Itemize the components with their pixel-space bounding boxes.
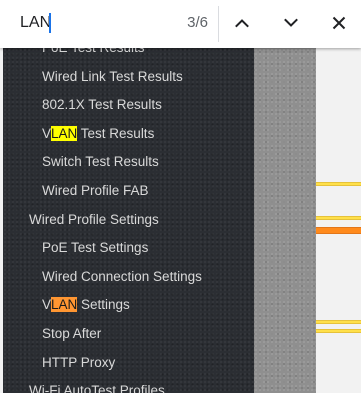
sidebar-item-label: Switch Test Results: [42, 154, 159, 170]
close-icon: [332, 16, 346, 30]
sidebar-item-label: V: [42, 125, 52, 141]
sidebar-item-label: HTTP Proxy: [42, 354, 116, 370]
sidebar-item-label: Wired Profile FAB: [42, 183, 149, 198]
sidebar-item[interactable]: Stop After: [3, 320, 254, 348]
close-find-button[interactable]: [323, 7, 355, 39]
sidebar-section[interactable]: Wi-Fi AutoTest Profiles: [3, 377, 254, 393]
navigation-sidebar: PoE Test ResultsWired Link Test Results8…: [3, 0, 254, 393]
find-bar-divider: [218, 6, 219, 42]
sidebar-item[interactable]: Wired Connection Settings: [3, 263, 254, 291]
sidebar-item[interactable]: Wired Profile FAB: [3, 177, 254, 205]
chevron-down-icon: [284, 18, 298, 27]
scrollbar-match-marker: [316, 216, 361, 220]
sidebar-item[interactable]: Wired Link Test Results: [3, 63, 254, 91]
chevron-up-icon: [235, 19, 249, 28]
match-count: 3/6: [187, 14, 208, 31]
sidebar-item-label: Wi-Fi AutoTest Profiles: [29, 383, 165, 393]
find-input[interactable]: [0, 0, 168, 46]
sidebar-item-label: V: [42, 297, 52, 313]
sidebar-section[interactable]: Wired Profile Settings: [3, 206, 254, 234]
sidebar-item-label: Wired Connection Settings: [42, 268, 202, 284]
sidebar-item-label: Wired Profile Settings: [29, 211, 159, 227]
text-caret: [49, 13, 51, 33]
sidebar-item[interactable]: HTTP Proxy: [3, 349, 254, 377]
next-match-button[interactable]: [275, 7, 307, 39]
sidebar-item[interactable]: PoE Test Settings: [3, 234, 254, 262]
previous-match-button[interactable]: [226, 7, 258, 39]
scrollbar-current-match-marker: [316, 227, 361, 234]
scrollbar-track[interactable]: [316, 0, 361, 393]
sidebar-item[interactable]: VLAN Test Results: [3, 120, 254, 148]
search-match-highlight: LAN: [51, 125, 78, 141]
sidebar-item-label: Wired Link Test Results: [42, 68, 183, 84]
sidebar-item-label: Test Results: [77, 125, 155, 141]
sidebar-item[interactable]: 802.1X Test Results: [3, 91, 254, 119]
find-in-page-bar: 3/6: [0, 0, 361, 48]
scrollbar-match-marker: [316, 329, 361, 333]
current-match-highlight: LAN: [51, 297, 78, 313]
sidebar-item-label: Stop After: [42, 326, 102, 341]
scrollbar-match-marker: [316, 320, 361, 324]
sidebar-item-label: Settings: [77, 297, 130, 313]
scrollbar-match-marker: [316, 182, 361, 186]
content-hatched-background: [254, 0, 316, 393]
sidebar-item-label: PoE Test Settings: [42, 240, 149, 256]
sidebar-item-label: 802.1X Test Results: [42, 97, 162, 113]
sidebar-item[interactable]: VLAN Settings: [3, 291, 254, 319]
sidebar-item[interactable]: Switch Test Results: [3, 148, 254, 176]
